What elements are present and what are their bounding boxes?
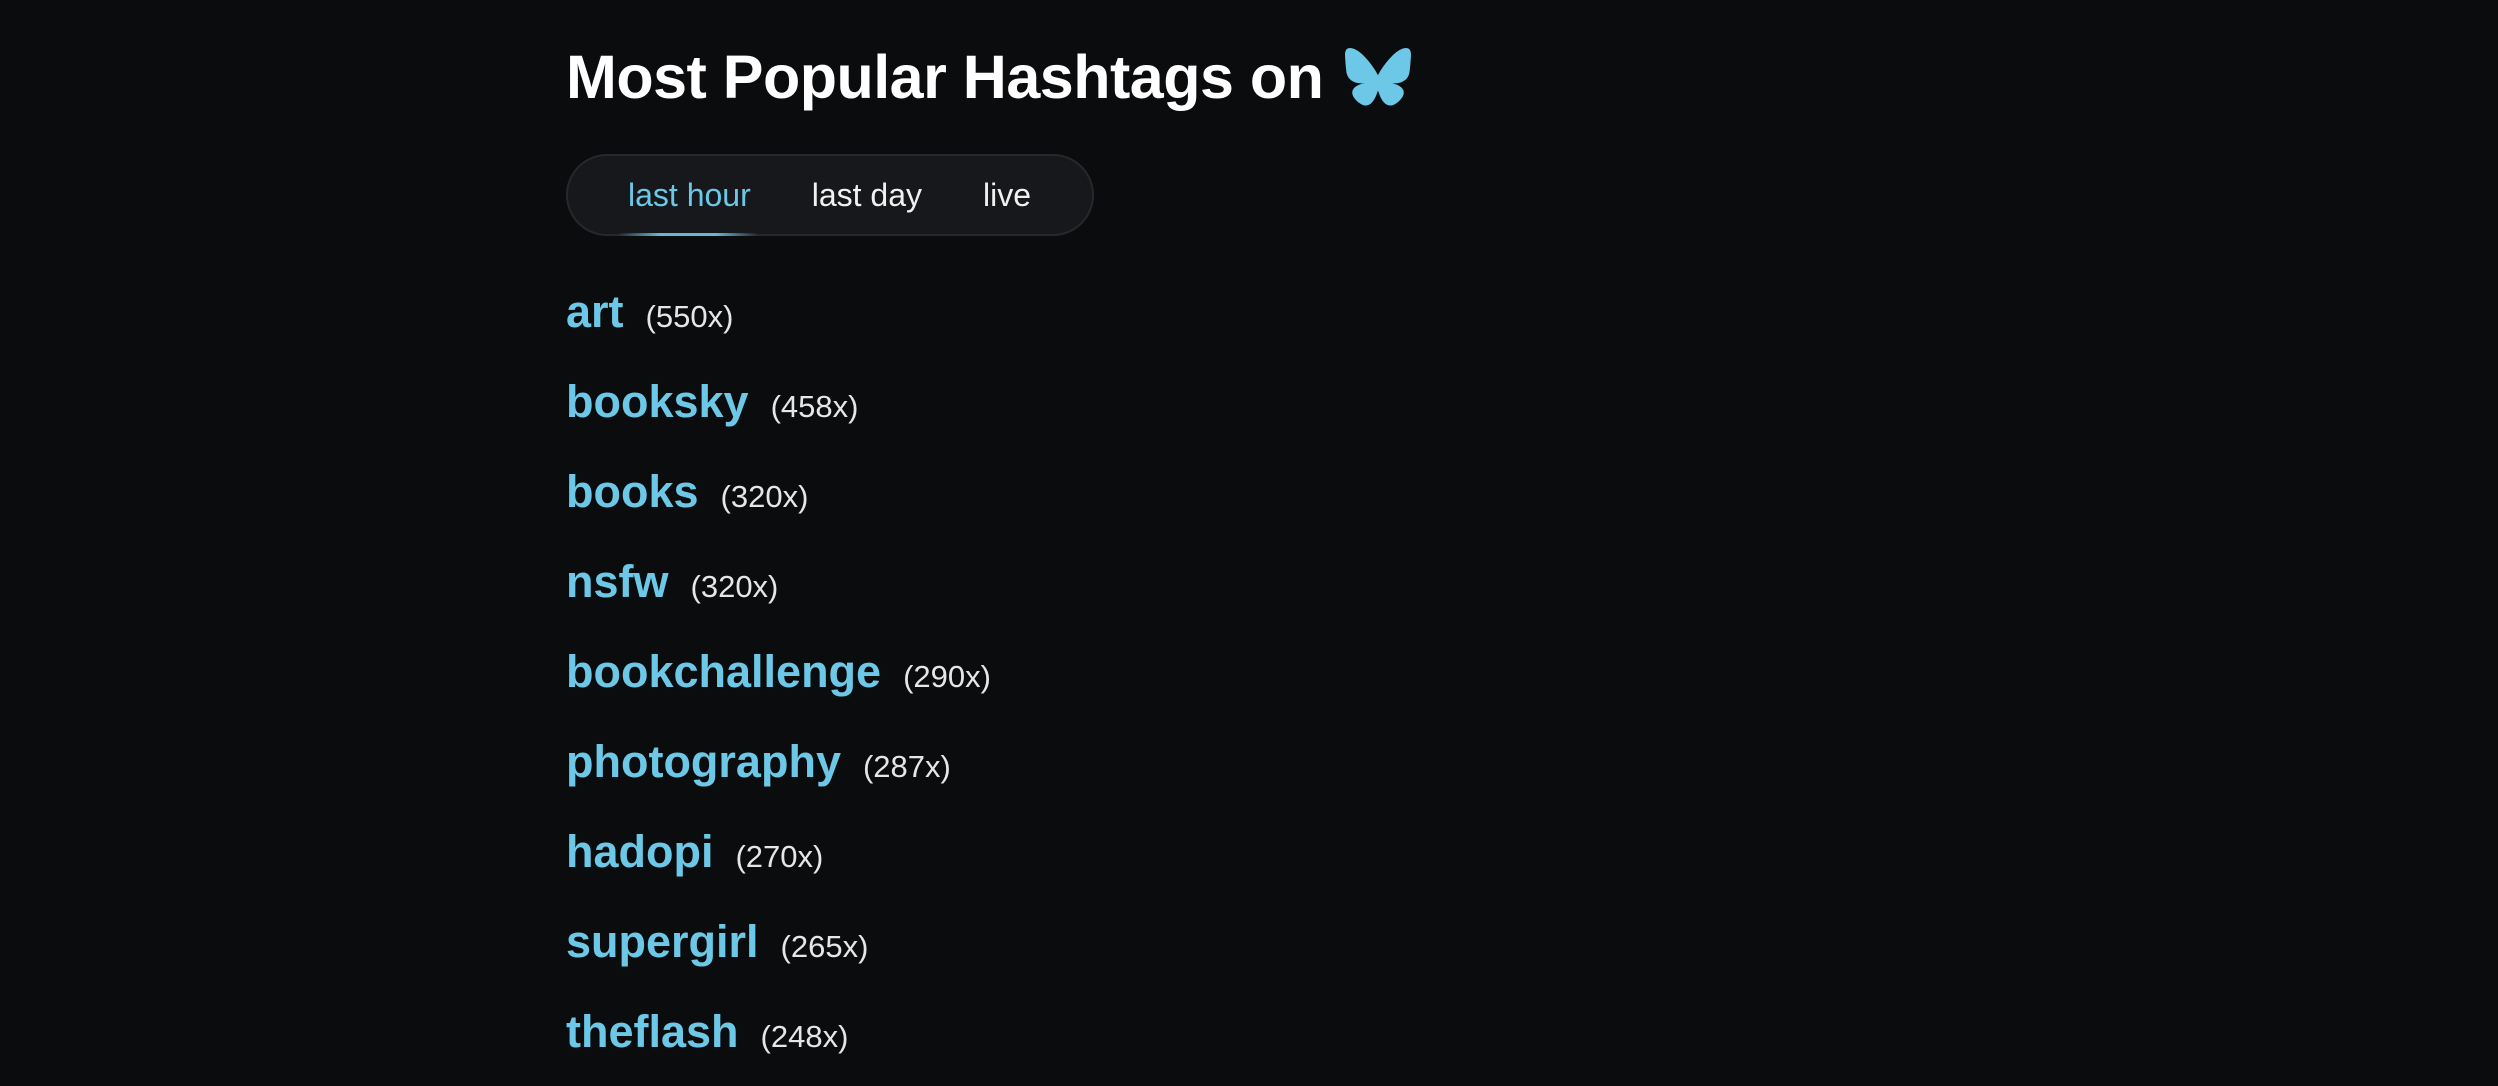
hashtag-link[interactable]: bookchallenge bbox=[566, 636, 881, 708]
hashtag-count: (287x) bbox=[862, 749, 951, 784]
hashtag-link[interactable]: theflash bbox=[566, 996, 739, 1068]
hashtag-count: (265x) bbox=[780, 929, 869, 964]
page: Most Popular Hashtags on last hour last … bbox=[0, 0, 2498, 1086]
hashtag-count: (550x) bbox=[645, 299, 734, 334]
hashtag-link[interactable]: books bbox=[566, 456, 699, 528]
hashtag-link[interactable]: art bbox=[566, 276, 624, 348]
active-tab-indicator bbox=[618, 233, 758, 236]
hashtag-link[interactable]: photography bbox=[566, 726, 841, 798]
list-item: supergirl (265x) bbox=[566, 906, 991, 996]
tab-last-hour[interactable]: last hour bbox=[628, 175, 751, 215]
butterfly-icon bbox=[1345, 48, 1412, 106]
hashtag-link[interactable]: nsfw bbox=[566, 546, 669, 618]
list-item: bookchallenge (290x) bbox=[566, 636, 991, 726]
hashtag-link[interactable]: hadopi bbox=[566, 816, 713, 888]
page-title-text: Most Popular Hashtags on bbox=[566, 43, 1324, 111]
hashtag-count: (248x) bbox=[760, 1019, 849, 1054]
list-item: photography (287x) bbox=[566, 726, 991, 816]
hashtag-count: (320x) bbox=[720, 479, 809, 514]
list-item: nsfw (320x) bbox=[566, 546, 991, 636]
list-item: books (320x) bbox=[566, 456, 991, 546]
hashtag-count: (458x) bbox=[770, 389, 859, 424]
hashtag-list: art (550x) booksky (458x) books (320x) n… bbox=[566, 276, 991, 1086]
page-title: Most Popular Hashtags on bbox=[566, 38, 1966, 116]
time-range-tabs: last hour last day live bbox=[566, 154, 1094, 236]
list-item: booksky (458x) bbox=[566, 366, 991, 456]
hashtag-link[interactable]: supergirl bbox=[566, 906, 759, 978]
main-content: Most Popular Hashtags on last hour last … bbox=[566, 0, 1966, 1057]
list-item: hadopi (270x) bbox=[566, 816, 991, 906]
tab-last-day[interactable]: last day bbox=[812, 175, 922, 215]
hashtag-count: (320x) bbox=[690, 569, 779, 604]
hashtag-link[interactable]: booksky bbox=[566, 366, 749, 438]
list-item: theflash (248x) bbox=[566, 996, 991, 1086]
list-item: art (550x) bbox=[566, 276, 991, 366]
hashtag-count: (290x) bbox=[903, 659, 991, 694]
tab-live[interactable]: live bbox=[983, 175, 1031, 215]
hashtag-count: (270x) bbox=[735, 839, 824, 874]
